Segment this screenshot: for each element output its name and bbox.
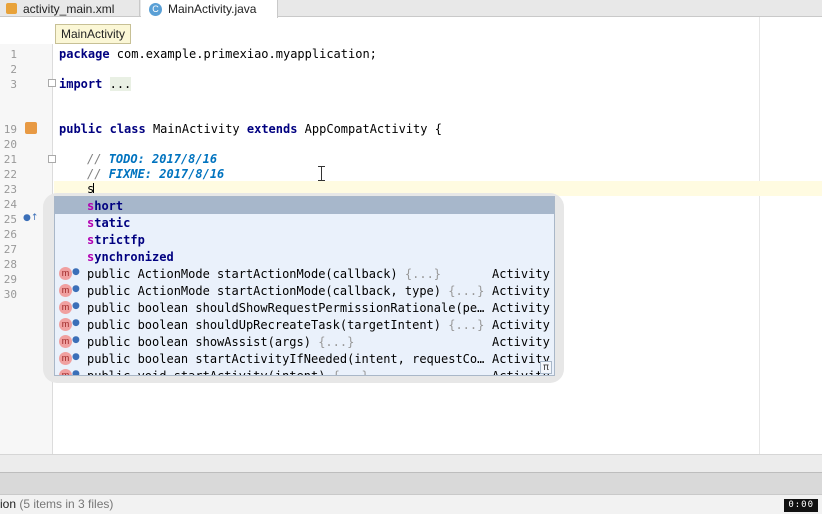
method-icon: m: [59, 352, 72, 365]
public-visibility-icon: ●: [72, 335, 80, 345]
recording-timer: 0:00: [784, 499, 818, 512]
method-icon: m: [59, 284, 72, 297]
editor-tab-bar: activity_main.xml C MainActivity.java: [0, 0, 822, 18]
keyword-extends: extends: [246, 122, 298, 136]
line-number: 1: [10, 48, 17, 61]
completion-item[interactable]: m ● public ActionMode startActionMode(call…: [55, 282, 554, 299]
public-visibility-icon: ●: [72, 369, 80, 376]
line-number: 25: [3, 213, 17, 226]
tab-activity-main-xml[interactable]: activity_main.xml: [0, 0, 140, 17]
method-owner-type: Activity: [492, 334, 550, 349]
completion-item[interactable]: m ● public boolean startActivityIfNeeded(i…: [55, 350, 554, 367]
completion-keyword: synchronized: [87, 249, 174, 264]
horizontal-scrollbar[interactable]: [0, 454, 822, 472]
completion-item[interactable]: m ● public boolean shouldShowRequestPermis…: [55, 299, 554, 316]
status-bar: ion (5 items in 3 files) 0:00: [0, 494, 822, 514]
line-number: 28: [3, 258, 17, 271]
line-number: 27: [3, 243, 17, 256]
ibeam-cursor-icon: [318, 166, 325, 181]
status-message: ion (5 items in 3 files): [0, 497, 114, 511]
right-margin-guide: [759, 17, 760, 454]
method-signature: public boolean startActivityIfNeeded(int…: [87, 351, 485, 366]
completion-item[interactable]: short: [55, 197, 554, 214]
code-completion-popup[interactable]: m ● public ActionMode startActionMode(call…: [54, 196, 555, 376]
public-visibility-icon: ●: [72, 352, 80, 362]
line-number: 24: [3, 198, 17, 211]
method-owner-type: Activity: [492, 283, 550, 298]
keyword-class: class: [109, 122, 146, 136]
method-signature: public void startActivity(intent) {...}: [87, 368, 369, 376]
completion-item[interactable]: synchronized: [55, 248, 554, 265]
method-owner-type: Activity: [492, 317, 550, 332]
method-signature: public boolean shouldUpRecreateTask(targ…: [87, 317, 485, 332]
line-number: 22: [3, 168, 17, 181]
pi-icon[interactable]: π: [540, 361, 552, 374]
code-line-23[interactable]: // FIXME: 2017/8/16: [87, 167, 224, 182]
method-owner-type: Activity: [492, 300, 550, 315]
superclass: AppCompatActivity {: [297, 122, 442, 136]
public-visibility-icon: ●: [72, 318, 80, 328]
code-line-3[interactable]: import ...: [59, 77, 132, 92]
keyword-import: import: [59, 77, 103, 91]
code-line-1[interactable]: package com.example.primexiao.myapplicat…: [59, 47, 377, 62]
fold-toggle-icon[interactable]: [48, 79, 56, 87]
line-number: 20: [3, 138, 17, 151]
completion-item[interactable]: m ● public boolean shouldUpRecreateTask(ta…: [55, 316, 554, 333]
keyword-public: public: [59, 122, 103, 136]
line-number: 21: [3, 153, 17, 166]
line-number: 30: [3, 288, 17, 301]
method-icon: m: [59, 301, 72, 314]
class-c-icon: C: [149, 2, 162, 16]
code-line-20[interactable]: public class MainActivity extends AppCom…: [59, 122, 442, 137]
completion-item[interactable]: m ● public boolean showAssist(args) {...} A…: [55, 333, 554, 350]
line-number: 2: [10, 63, 17, 76]
todo-comment: TODO: 2017/8/16: [108, 152, 218, 166]
fixme-comment: FIXME: 2017/8/16: [108, 167, 225, 181]
tab-label: MainActivity.java: [168, 2, 257, 16]
method-icon: m: [59, 369, 72, 375]
comment-prefix: //: [87, 152, 109, 166]
line-number: 26: [3, 228, 17, 241]
keyword-package: package: [59, 47, 110, 61]
code-line-22[interactable]: // TODO: 2017/8/16: [87, 152, 217, 167]
package-name: com.example.primexiao.myapplication;: [109, 47, 377, 61]
method-icon: m: [59, 267, 72, 280]
public-visibility-icon: ●: [72, 267, 80, 277]
tool-window-strip: [0, 472, 822, 494]
method-owner-type: Activity: [492, 266, 550, 281]
fold-toggle-icon[interactable]: [48, 155, 56, 163]
tab-mainactivity-java[interactable]: C MainActivity.java: [141, 0, 278, 18]
class-name: MainActivity: [145, 122, 247, 136]
completion-item[interactable]: m ● public void startActivity(intent) {...…: [55, 367, 554, 376]
breadcrumb[interactable]: MainActivity: [55, 24, 132, 44]
method-signature: public ActionMode startActionMode(callba…: [87, 283, 485, 298]
method-signature: public boolean showAssist(args) {...}: [87, 334, 355, 349]
method-signature: public ActionMode startActionMode(callba…: [87, 266, 442, 281]
public-visibility-icon: ●: [72, 284, 80, 294]
method-icon: m: [59, 335, 72, 348]
xml-file-icon: [6, 3, 17, 14]
completion-item[interactable]: strictfp: [55, 231, 554, 248]
completion-item[interactable]: m ● public ActionMode startActionMode(call…: [55, 265, 554, 282]
folded-imports[interactable]: ...: [109, 77, 132, 91]
line-number: 3: [10, 78, 17, 91]
comment-prefix: //: [87, 167, 109, 181]
tab-label: activity_main.xml: [23, 1, 115, 16]
completion-keyword: strictfp: [87, 232, 145, 247]
line-number: 23: [3, 183, 17, 196]
line-number: 19: [3, 123, 17, 136]
method-signature: public boolean shouldShowRequestPermissi…: [87, 300, 485, 315]
line-number: 29: [3, 273, 17, 286]
completion-keyword: static: [87, 215, 131, 230]
completion-item[interactable]: static: [55, 214, 554, 231]
override-method-icon[interactable]: ●↑: [23, 213, 38, 223]
completion-keyword: short: [87, 198, 124, 213]
run-gutter-icon[interactable]: [25, 122, 37, 134]
public-visibility-icon: ●: [72, 301, 80, 311]
method-icon: m: [59, 318, 72, 331]
